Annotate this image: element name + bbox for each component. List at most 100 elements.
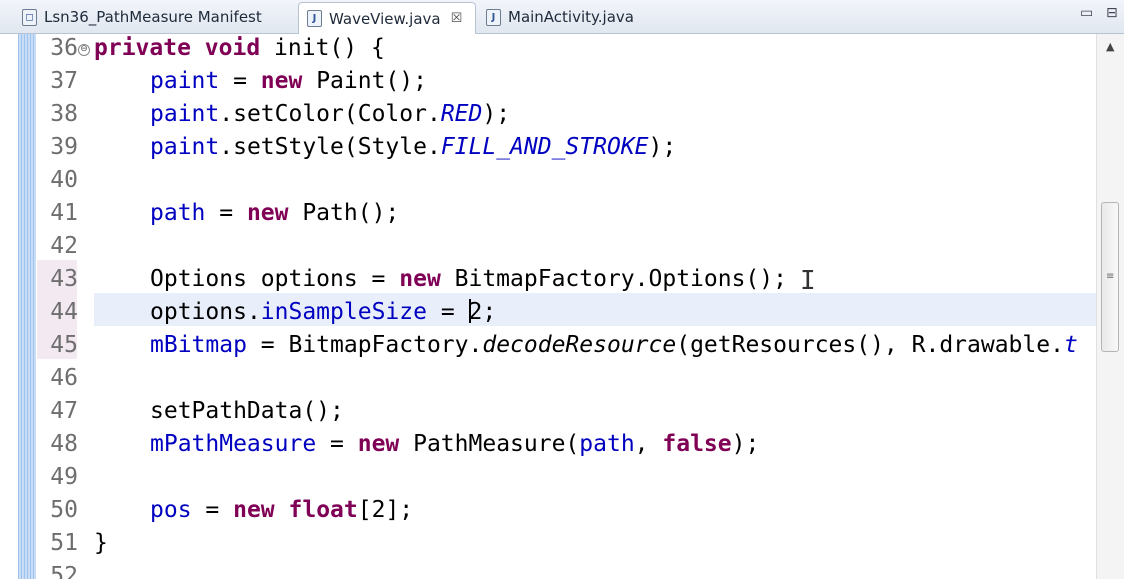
- token: =: [205, 200, 247, 226]
- fold-toggle-icon[interactable]: ⊖: [78, 44, 90, 56]
- code-text: options.inSampleSize = 2;: [150, 296, 496, 329]
- code-line: 45 mBitmap = BitmapFactory.decodeResourc…: [0, 329, 1096, 362]
- token: (getResources(), R.drawable.: [676, 332, 1064, 358]
- line-number: 43: [50, 266, 78, 292]
- keyword: float: [288, 497, 358, 523]
- code-text: paint.setColor(Color.RED);: [150, 98, 510, 131]
- tab-label: Lsn36_PathMeasure Manifest: [44, 8, 262, 26]
- line-number: 50: [50, 497, 78, 523]
- code-line: 40: [0, 164, 1096, 197]
- token: ;: [482, 299, 497, 325]
- text-cursor-icon: I: [800, 266, 816, 296]
- line-number: 51: [50, 530, 78, 556]
- token: );: [482, 101, 511, 127]
- code-line: 38 paint.setColor(Color.RED);: [0, 98, 1096, 131]
- line-number: 44: [50, 299, 78, 325]
- static-field: RED: [440, 101, 483, 127]
- tab-mainactivity-java[interactable]: J MainActivity.java: [478, 2, 658, 32]
- token: PathMeasure(: [399, 431, 580, 457]
- token: Paint();: [302, 68, 427, 94]
- token: =: [219, 68, 261, 94]
- tab-label: MainActivity.java: [508, 8, 634, 26]
- line-number: 46: [50, 365, 78, 391]
- code-text: paint = new Paint();: [150, 65, 427, 98]
- code-text: mBitmap = BitmapFactory.decodeResource(g…: [150, 329, 1078, 362]
- keyword: new: [399, 266, 441, 292]
- static-field: t: [1063, 332, 1078, 358]
- token: .setColor(Color.: [219, 101, 441, 127]
- code-line: 46: [0, 362, 1096, 395]
- scrollbar-thumb[interactable]: ≡: [1101, 202, 1119, 352]
- token: = BitmapFactory.: [246, 332, 483, 358]
- keyword: false: [662, 431, 732, 457]
- keyword: new: [357, 431, 400, 457]
- manifest-icon: ◻: [22, 8, 37, 26]
- keyword: new: [233, 497, 275, 523]
- token: BitmapFactory.Options();: [440, 266, 787, 292]
- code-text: }: [94, 527, 108, 560]
- code-line: 48 mPathMeasure = new PathMeasure(path, …: [0, 428, 1096, 461]
- token: ,: [634, 431, 663, 457]
- tab-label: WaveView.java: [329, 9, 441, 28]
- scroll-up-icon[interactable]: ▲: [1106, 40, 1114, 53]
- code-editor[interactable]: 36 ⊖ private void init() { 37 paint = ne…: [0, 34, 1124, 579]
- code-line-current: 44 options.inSampleSize = 2;: [0, 296, 1096, 329]
- field: path: [150, 200, 206, 226]
- code-line: 36 ⊖ private void init() {: [0, 34, 1096, 65]
- keyword: private: [94, 35, 191, 61]
- static-field: FILL_AND_STROKE: [440, 134, 649, 160]
- editor-tab-bar: ◻ Lsn36_PathMeasure Manifest J WaveView.…: [0, 0, 1124, 34]
- vertical-scrollbar[interactable]: ▲ ≡: [1096, 34, 1124, 579]
- java-file-icon: J: [307, 10, 322, 27]
- code-line: 50 pos = new float[2];: [0, 494, 1096, 527]
- line-number: 45: [50, 332, 78, 358]
- line-number: 48: [50, 431, 78, 457]
- token: =: [426, 299, 469, 325]
- token: setPathData();: [150, 398, 344, 424]
- field: paint: [150, 101, 220, 127]
- field: pos: [150, 497, 192, 523]
- field: mBitmap: [150, 332, 247, 358]
- tab-manifest[interactable]: ◻ Lsn36_PathMeasure Manifest: [14, 2, 296, 32]
- token: Options options =: [150, 266, 400, 292]
- line-number: 37: [50, 68, 78, 94]
- code-text: paint.setStyle(Style.FILL_AND_STROKE);: [150, 131, 676, 164]
- code-line: 49: [0, 461, 1096, 494]
- code-text: Options options = new BitmapFactory.Opti…: [150, 263, 787, 296]
- code-line: 39 paint.setStyle(Style.FILL_AND_STROKE)…: [0, 131, 1096, 164]
- line-number: 47: [50, 398, 78, 424]
- token: );: [648, 134, 677, 160]
- field: inSampleSize: [260, 299, 427, 325]
- grip-icon: ≡: [1106, 271, 1115, 282]
- token: .setStyle(Style.: [219, 134, 441, 160]
- token: }: [94, 530, 108, 556]
- field: mPathMeasure: [150, 431, 317, 457]
- token: options: [150, 299, 247, 325]
- line-number: 42: [50, 233, 78, 259]
- token: Path();: [288, 200, 400, 226]
- code-text: private void init() {: [94, 34, 385, 65]
- code-text: pos = new float[2];: [150, 494, 413, 527]
- minimize-icon[interactable]: ▭: [1080, 5, 1093, 21]
- line-number: 38: [50, 101, 78, 127]
- token: init() {: [260, 35, 385, 61]
- tab-waveview-java[interactable]: J WaveView.java ☒: [298, 2, 476, 34]
- maximize-icon[interactable]: ⊟: [1106, 5, 1118, 21]
- code-line: 41 path = new Path();: [0, 197, 1096, 230]
- code-text: path = new Path();: [150, 197, 399, 230]
- token: );: [731, 431, 760, 457]
- close-tab-icon[interactable]: ☒: [451, 11, 463, 26]
- number-literal: 2: [468, 299, 483, 325]
- token: =: [316, 431, 358, 457]
- code-line: 47 setPathData();: [0, 395, 1096, 428]
- line-number: 39: [50, 134, 78, 160]
- field: path: [579, 431, 635, 457]
- keyword: new: [260, 68, 303, 94]
- line-number: 41: [50, 200, 78, 226]
- line-number: 52: [50, 563, 78, 579]
- code-text: setPathData();: [150, 395, 344, 428]
- token: =: [191, 497, 234, 523]
- code-line: 52: [0, 560, 1096, 579]
